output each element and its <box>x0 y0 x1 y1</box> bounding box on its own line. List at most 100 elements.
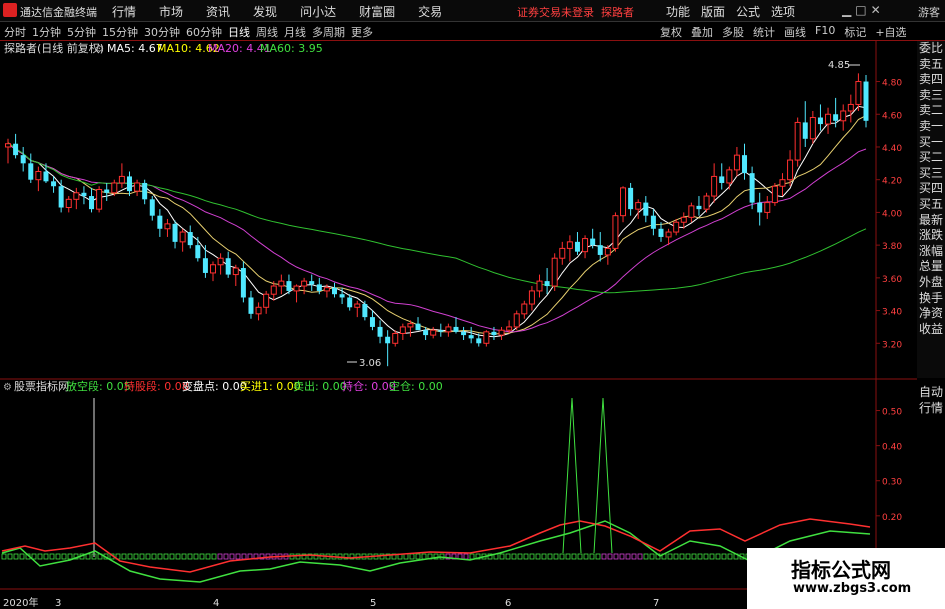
login-status[interactable]: 证券交易未登录 探路者 <box>517 4 634 20</box>
side-item-17[interactable]: 净资 <box>917 306 945 322</box>
side-item-2[interactable]: 卖四 <box>917 72 945 88</box>
position-band-cell <box>187 553 193 560</box>
candle-body <box>582 238 589 253</box>
side-item-16[interactable]: 换手 <box>917 291 945 307</box>
candle <box>513 310 520 331</box>
tab-timeshare[interactable]: 分时 <box>4 24 26 40</box>
guest-label[interactable]: 游客 <box>918 4 940 20</box>
candle-body <box>210 264 217 274</box>
side-item-14[interactable]: 总量 <box>917 259 945 275</box>
candle-body <box>43 171 49 182</box>
candle <box>620 186 627 223</box>
candle-body <box>483 331 490 344</box>
candle-body <box>528 290 535 305</box>
side-item-1[interactable]: 卖五 <box>917 57 945 73</box>
position-band-cell <box>643 553 649 560</box>
menu-item-quotes[interactable]: 行情 <box>112 3 136 20</box>
candle-body <box>764 202 771 213</box>
draw-line-button[interactable]: 画线 <box>784 24 806 40</box>
position-band-cell <box>517 553 523 560</box>
candle-body <box>703 195 710 210</box>
add-watchlist-button[interactable]: +自选 <box>875 24 906 40</box>
candle <box>232 264 239 287</box>
candle <box>817 104 823 131</box>
menu-item-discover[interactable]: 发现 <box>253 3 277 20</box>
candle <box>840 104 847 131</box>
side-item-auto[interactable]: 自动 <box>917 384 945 400</box>
side-item-13[interactable]: 涨幅 <box>917 244 945 260</box>
side-item-11[interactable]: 最新 <box>917 213 945 229</box>
menu-item-formula[interactable]: 公式 <box>736 3 760 20</box>
indicator-settings-icon[interactable]: ⚙ <box>3 382 12 393</box>
side-item-9[interactable]: 买四 <box>917 181 945 197</box>
position-band-cell <box>55 553 61 560</box>
position-band-cell <box>583 553 589 560</box>
position-band-cell <box>577 553 583 560</box>
menu-item-news[interactable]: 资讯 <box>206 3 230 20</box>
tab-5min[interactable]: 5分钟 <box>67 24 96 40</box>
side-item-10[interactable]: 买五 <box>917 197 945 213</box>
side-item-quote[interactable]: 行情 <box>917 400 945 416</box>
chart-area[interactable]: 3.203.403.603.804.004.204.404.604.80 0.1… <box>0 41 917 609</box>
menu-item-market[interactable]: 市场 <box>159 3 183 20</box>
position-band-cell <box>145 553 151 560</box>
tab-60min[interactable]: 60分钟 <box>186 24 222 40</box>
mark-button[interactable]: 标记 <box>844 24 866 40</box>
side-item-6[interactable]: 买一 <box>917 135 945 151</box>
f10-button[interactable]: F10 <box>815 24 835 40</box>
side-item-5[interactable]: 卖一 <box>917 119 945 135</box>
candle <box>149 196 155 221</box>
menu-item-layout[interactable]: 版面 <box>701 3 725 20</box>
menu-item-options[interactable]: 选项 <box>771 3 795 20</box>
side-item-3[interactable]: 卖三 <box>917 88 945 104</box>
candle-body <box>51 181 57 187</box>
candle-body <box>286 281 292 291</box>
side-item-0[interactable]: 委比 <box>917 41 945 57</box>
position-band-cell <box>559 553 565 560</box>
tab-15min[interactable]: 15分钟 <box>102 24 138 40</box>
minimize-icon[interactable]: ▁ <box>842 3 855 17</box>
candle <box>104 182 110 201</box>
tab-more[interactable]: 更多 <box>351 24 373 40</box>
position-band-cell <box>421 553 427 560</box>
side-item-7[interactable]: 买二 <box>917 150 945 166</box>
candle <box>301 277 308 295</box>
position-band-cell <box>133 553 139 560</box>
close-icon[interactable]: ✕ <box>871 3 885 17</box>
side-item-4[interactable]: 卖二 <box>917 103 945 119</box>
tab-30min[interactable]: 30分钟 <box>144 24 180 40</box>
tab-daily[interactable]: 日线 <box>228 24 250 40</box>
side-item-18[interactable]: 收益 <box>917 322 945 338</box>
position-band-cell <box>211 553 217 560</box>
candle <box>528 286 535 311</box>
side-item-15[interactable]: 外盘 <box>917 275 945 291</box>
candle-body <box>620 187 627 217</box>
quote-side-panel: 委比 卖五 卖四 卖三 卖二 卖一 买一 买二 买三 买四 买五 最新 涨跌 涨幅 总量 外盘 换手 净资 收益 <box>917 41 945 378</box>
maximize-icon[interactable]: □ <box>855 3 870 17</box>
side-item-8[interactable]: 买三 <box>917 166 945 182</box>
menu-item-ask[interactable]: 问小达 <box>300 3 336 20</box>
position-band-cell <box>121 553 127 560</box>
multi-stock-button[interactable]: 多股 <box>722 24 744 40</box>
stats-button[interactable]: 统计 <box>753 24 775 40</box>
menu-item-wealth[interactable]: 财富圈 <box>359 3 395 20</box>
side-item-12[interactable]: 涨跌 <box>917 228 945 244</box>
candle-body <box>719 176 725 183</box>
menu-item-trade[interactable]: 交易 <box>418 3 442 20</box>
position-band-cell <box>19 553 25 560</box>
candle <box>757 192 763 226</box>
tab-weekly[interactable]: 周线 <box>256 24 278 40</box>
tab-1min[interactable]: 1分钟 <box>32 24 61 40</box>
tab-multi-period[interactable]: 多周期 <box>312 24 345 40</box>
candle-body <box>65 198 72 209</box>
position-band-cell <box>673 553 679 560</box>
tab-monthly[interactable]: 月线 <box>284 24 306 40</box>
ma60-label: MA60: 3.95 <box>260 42 323 55</box>
adjust-button[interactable]: 复权 <box>660 24 682 40</box>
settings-icon[interactable]: ⚙ <box>95 44 104 55</box>
position-band-cell <box>601 553 607 560</box>
overlay-button[interactable]: 叠加 <box>691 24 713 40</box>
price-axis: 3.20 3.40 3.60 3.80 4.00 4.20 4.40 4.60 4.80 <box>876 79 902 350</box>
position-band-cell <box>37 553 43 560</box>
menu-item-function[interactable]: 功能 <box>666 3 690 20</box>
